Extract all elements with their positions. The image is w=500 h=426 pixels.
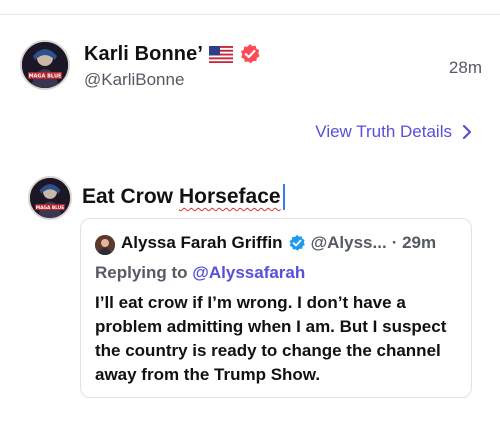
reply-author-avatar[interactable]: MAGA BLUE: [28, 176, 72, 220]
author-handle[interactable]: @KarliBonne: [84, 70, 184, 90]
verified-badge-icon: [239, 43, 261, 65]
view-truth-details-link[interactable]: View Truth Details: [315, 122, 472, 142]
chevron-right-icon: [462, 124, 472, 140]
quoted-post-body: I’ll eat crow if I’m wrong. I don’t have…: [95, 293, 447, 384]
reply-text-part-1: Eat Crow: [82, 185, 174, 208]
text-cursor: [282, 184, 285, 210]
quoted-post-card[interactable]: Alyssa Farah Griffin @Alyss... · 29m Rep…: [80, 218, 472, 398]
author-display-name[interactable]: Karli Bonne’: [84, 43, 203, 66]
avatar-caption: MAGA BLUE: [29, 74, 62, 80]
quoted-post-time: · 29m: [391, 233, 437, 252]
us-flag-icon: [208, 45, 234, 63]
reply-text-misspelled-word: Horseface: [179, 185, 281, 208]
author-avatar[interactable]: MAGA BLUE: [20, 40, 70, 90]
post-header: MAGA BLUE Karli Bonne’ @KarliBonne 28m: [20, 40, 482, 96]
quoted-author-name[interactable]: Alyssa Farah Griffin: [121, 233, 283, 253]
replying-to-prefix: Replying to: [95, 263, 188, 282]
view-truth-details-label: View Truth Details: [315, 122, 452, 141]
quoted-verified-icon: [288, 234, 306, 252]
replying-to-mention[interactable]: @Alyssafarah: [192, 263, 305, 282]
quoted-author-avatar: [95, 235, 115, 255]
quoted-author-handle[interactable]: @Alyss...: [311, 233, 387, 253]
post-timestamp: 28m: [448, 58, 482, 77]
replying-to-line: Replying to @Alyssafarah: [95, 263, 305, 283]
reply-avatar-caption: MAGA BLUE: [36, 205, 64, 211]
display-name-row: Karli Bonne’: [84, 40, 261, 68]
top-divider: [0, 14, 500, 15]
quoted-author-row: Alyssa Farah Griffin @Alyss... · 29m: [121, 233, 436, 253]
reply-composer-text[interactable]: Eat Crow Horseface: [82, 184, 285, 210]
